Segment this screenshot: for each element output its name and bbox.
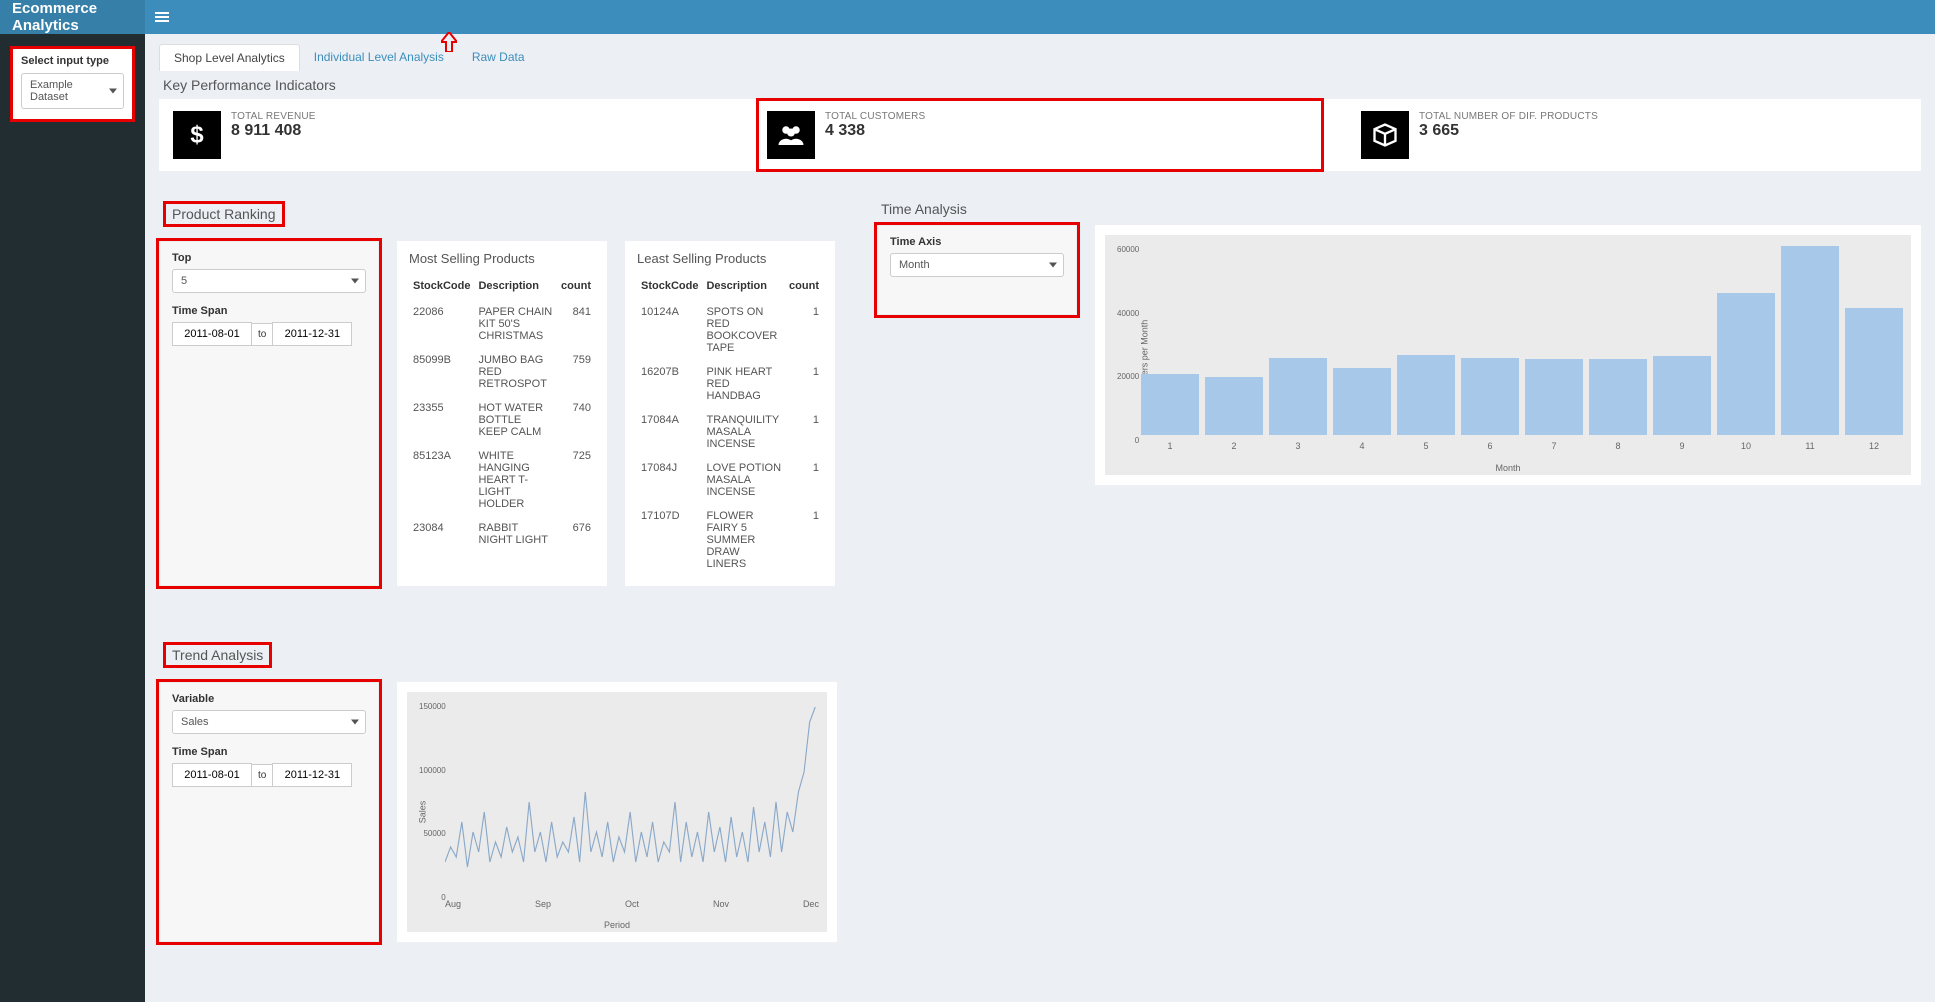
bar [1461, 358, 1519, 435]
kpi-customers-value: 4 338 [825, 122, 925, 140]
ranking-from-input[interactable] [172, 322, 252, 346]
timespan-label: Time Span [172, 305, 366, 317]
orders-per-month-chart: Orders per Month 6000040000200000 123456… [1095, 225, 1921, 485]
variable-select[interactable]: Sales [172, 710, 366, 734]
chevron-down-icon [351, 720, 359, 725]
table-row: 22086PAPER CHAIN KIT 50'S CHRISTMAS841 [409, 300, 595, 348]
trend-from-input[interactable] [172, 763, 252, 787]
bar [1653, 356, 1711, 435]
line-yticks: 150000100000500000 [419, 702, 446, 902]
svg-text:$: $ [190, 122, 203, 148]
product-ranking-title: Product Ranking [163, 201, 285, 227]
trend-controls: Variable Sales Time Span to [159, 682, 379, 942]
kpi-revenue-value: 8 911 408 [231, 122, 316, 140]
line-xlabel: Period [604, 920, 630, 930]
input-type-value: Example Dataset [30, 79, 73, 103]
top-value: 5 [181, 275, 187, 287]
trend-timespan-label: Time Span [172, 746, 366, 758]
chevron-down-icon [351, 279, 359, 284]
table-row: 10124ASPOTS ON RED BOOKCOVER TAPE1 [637, 300, 823, 360]
table-row: 85099BJUMBO BAG RED RETROSPOT759 [409, 348, 595, 396]
app-brand: Ecommerce Analytics [0, 0, 145, 34]
product-ranking-controls: Top 5 Time Span to [159, 241, 379, 586]
bar [1397, 355, 1455, 435]
col-stockcode: StockCode [409, 274, 474, 300]
kpi-section-title: Key Performance Indicators [163, 77, 1921, 93]
sales-trend-chart: Sales 150000100000500000 Aug Sep Oct Nov… [397, 682, 837, 942]
table-row: 23355HOT WATER BOTTLE KEEP CALM740 [409, 396, 595, 444]
chevron-down-icon [109, 89, 117, 94]
col-description: Description [474, 274, 557, 300]
kpi-products-title: TOTAL NUMBER OF DIF. PRODUCTS [1419, 111, 1598, 122]
bar-yticks: 6000040000200000 [1117, 245, 1139, 445]
col-count: count [785, 274, 823, 300]
time-axis-select[interactable]: Month [890, 253, 1064, 277]
bar [1269, 358, 1327, 435]
input-type-select[interactable]: Example Dataset [21, 73, 124, 109]
table-row: 23084RABBIT NIGHT LIGHT676 [409, 516, 595, 552]
time-axis-label: Time Axis [890, 236, 1064, 248]
kpi-customers: TOTAL CUSTOMERS 4 338 [763, 105, 1317, 165]
trend-analysis-title: Trend Analysis [163, 642, 272, 668]
variable-value: Sales [181, 716, 209, 728]
kpi-products-value: 3 665 [1419, 122, 1598, 140]
kpi-row: $ TOTAL REVENUE 8 911 408 TOTAL CUSTOMER… [159, 99, 1921, 171]
ranking-to-input[interactable] [272, 322, 352, 346]
sidebar: Select input type Example Dataset [0, 34, 145, 1002]
chevron-down-icon [1049, 263, 1057, 268]
trend-to-input[interactable] [272, 763, 352, 787]
time-axis-controls: Time Axis Month [877, 225, 1077, 315]
least-selling-table: StockCode Description count 10124ASPOTS … [637, 274, 823, 576]
to-label: to [252, 764, 272, 787]
tab-raw-data[interactable]: Raw Data [458, 44, 539, 71]
trend-daterange: to [172, 763, 366, 787]
hamburger-icon[interactable] [145, 0, 179, 34]
col-description: Description [702, 274, 785, 300]
bar [1717, 293, 1775, 435]
tabs: Shop Level Analytics Individual Level An… [159, 44, 1921, 71]
bar [1141, 374, 1199, 435]
bar [1781, 246, 1839, 435]
input-type-panel: Select input type Example Dataset [10, 46, 135, 122]
col-stockcode: StockCode [637, 274, 702, 300]
box-icon [1361, 111, 1409, 159]
most-selling-table: StockCode Description count 22086PAPER C… [409, 274, 595, 552]
content: Shop Level Analytics Individual Level An… [145, 34, 1935, 1002]
to-label: to [252, 323, 272, 346]
top-select[interactable]: 5 [172, 269, 366, 293]
table-row: 16207BPINK HEART RED HANDBAG1 [637, 360, 823, 408]
bar [1845, 308, 1903, 435]
bar [1205, 377, 1263, 435]
table-row: 17107DFLOWER FAIRY 5 SUMMER DRAW LINERS1 [637, 504, 823, 576]
line-xticks: Aug Sep Oct Nov Dec [445, 899, 819, 909]
input-type-label: Select input type [21, 55, 124, 67]
dollar-icon: $ [173, 111, 221, 159]
tab-individual-level[interactable]: Individual Level Analysis [300, 44, 458, 71]
bar [1525, 359, 1583, 435]
topbar: Ecommerce Analytics [0, 0, 1935, 34]
col-count: count [557, 274, 595, 300]
least-selling-card: Least Selling Products StockCode Descrip… [625, 241, 835, 586]
users-icon [767, 111, 815, 159]
arrow-up-icon [441, 32, 457, 58]
most-selling-card: Most Selling Products StockCode Descript… [397, 241, 607, 586]
time-analysis-title: Time Analysis [881, 201, 1921, 217]
kpi-products: TOTAL NUMBER OF DIF. PRODUCTS 3 665 [1357, 105, 1911, 165]
bar [1333, 368, 1391, 435]
kpi-revenue-title: TOTAL REVENUE [231, 111, 316, 122]
variable-label: Variable [172, 693, 366, 705]
most-selling-title: Most Selling Products [409, 251, 595, 266]
least-selling-title: Least Selling Products [637, 251, 823, 266]
product-ranking-daterange: to [172, 322, 366, 346]
top-label: Top [172, 252, 366, 264]
bar [1589, 359, 1647, 435]
table-row: 17084JLOVE POTION MASALA INCENSE1 [637, 456, 823, 504]
table-row: 85123AWHITE HANGING HEART T-LIGHT HOLDER… [409, 444, 595, 516]
kpi-revenue: $ TOTAL REVENUE 8 911 408 [169, 105, 723, 165]
kpi-customers-title: TOTAL CUSTOMERS [825, 111, 925, 122]
bar-xlabel: Month [1495, 463, 1520, 473]
table-row: 17084ATRANQUILITY MASALA INCENSE1 [637, 408, 823, 456]
time-axis-value: Month [899, 259, 930, 271]
tab-shop-level[interactable]: Shop Level Analytics [159, 44, 300, 71]
